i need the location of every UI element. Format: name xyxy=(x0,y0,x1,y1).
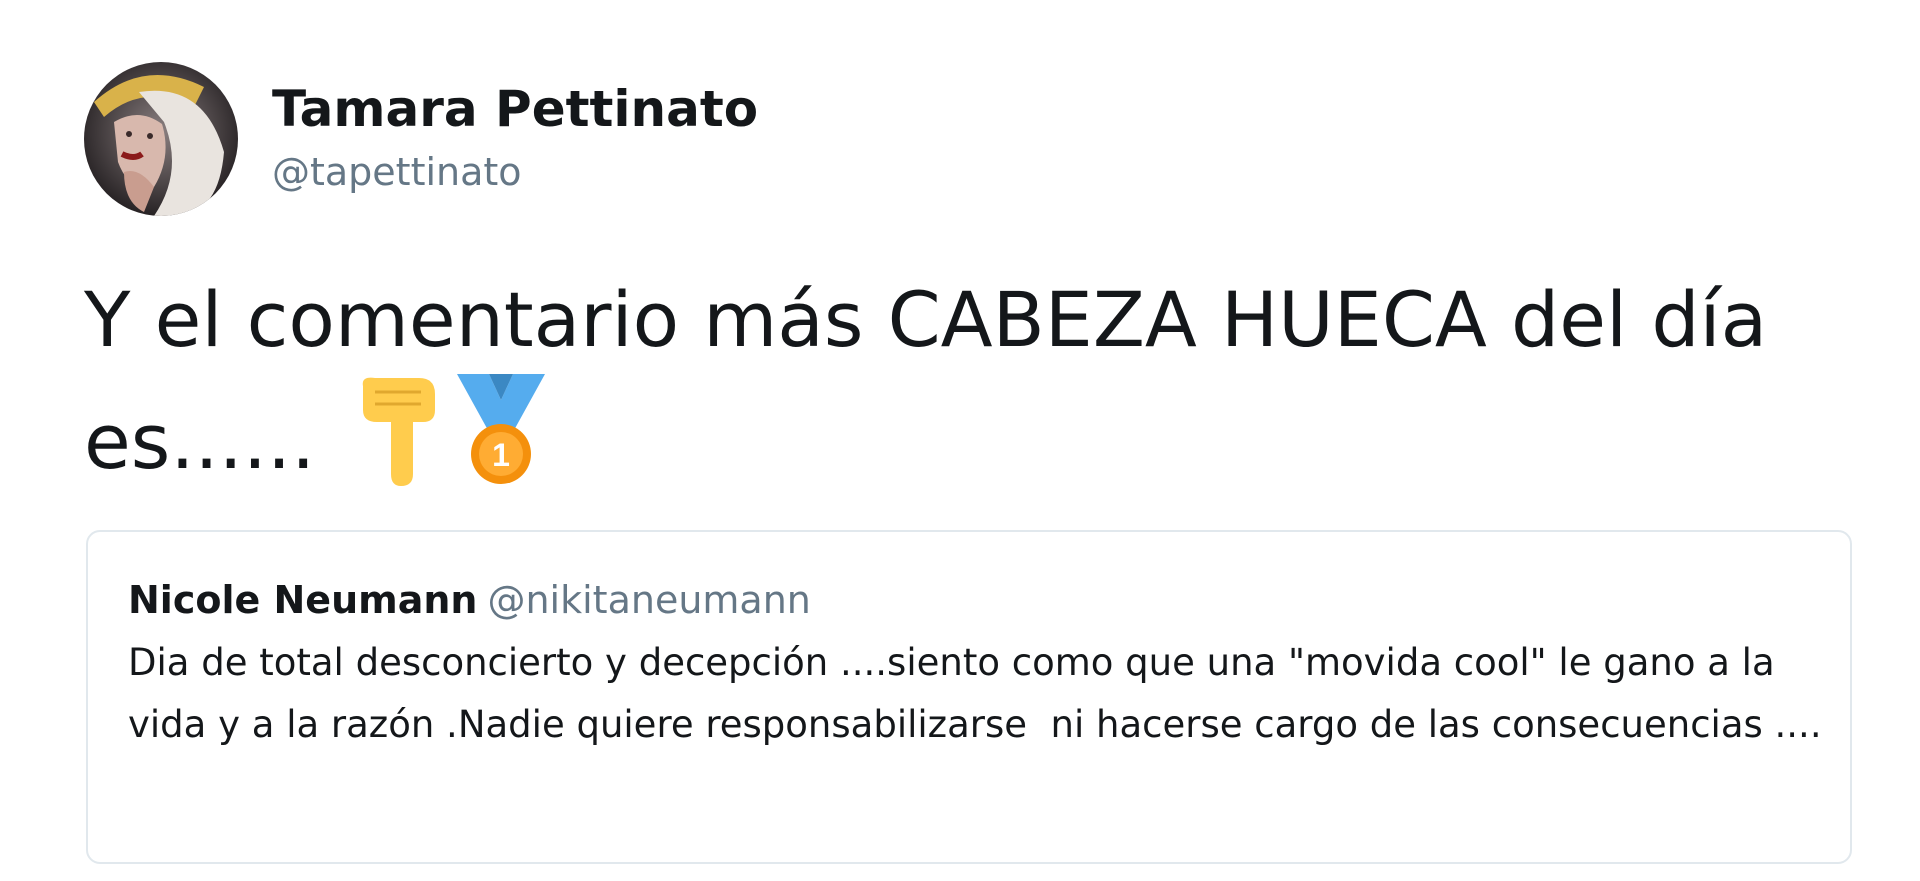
quoted-tweet-text: Dia de total desconcierto y decepción ..… xyxy=(128,641,1822,746)
medal-icon: 1 xyxy=(453,374,549,514)
tweet-header: Tamara Pettinato @tapettinato xyxy=(84,62,758,216)
tweet-card: Tamara Pettinato @tapettinato Y el comen… xyxy=(0,0,1920,881)
svg-text:1: 1 xyxy=(492,437,510,473)
quoted-tweet-header: Nicole Neumann @nikitaneumann xyxy=(128,570,1810,630)
quoted-tweet[interactable]: Nicole Neumann @nikitaneumann Dia de tota… xyxy=(86,530,1852,864)
author-names: Tamara Pettinato @tapettinato xyxy=(272,78,758,200)
tweet-text-line-1: Y el comentario más CABEZA HUECA del día xyxy=(84,275,1768,364)
author-display-name[interactable]: Tamara Pettinato xyxy=(272,78,758,140)
pointing-down-icon xyxy=(355,376,439,514)
quoted-author-name: Nicole Neumann xyxy=(128,578,478,622)
tweet-text-line-2: es...... 1 xyxy=(84,374,1844,514)
tweet-text-line-2-text: es...... xyxy=(84,397,316,486)
quoted-author-handle: @nikitaneumann xyxy=(487,578,811,622)
avatar-image xyxy=(84,62,238,216)
author-handle[interactable]: @tapettinato xyxy=(272,144,758,200)
avatar[interactable] xyxy=(84,62,238,216)
tweet-text: Y el comentario más CABEZA HUECA del día… xyxy=(84,266,1844,514)
